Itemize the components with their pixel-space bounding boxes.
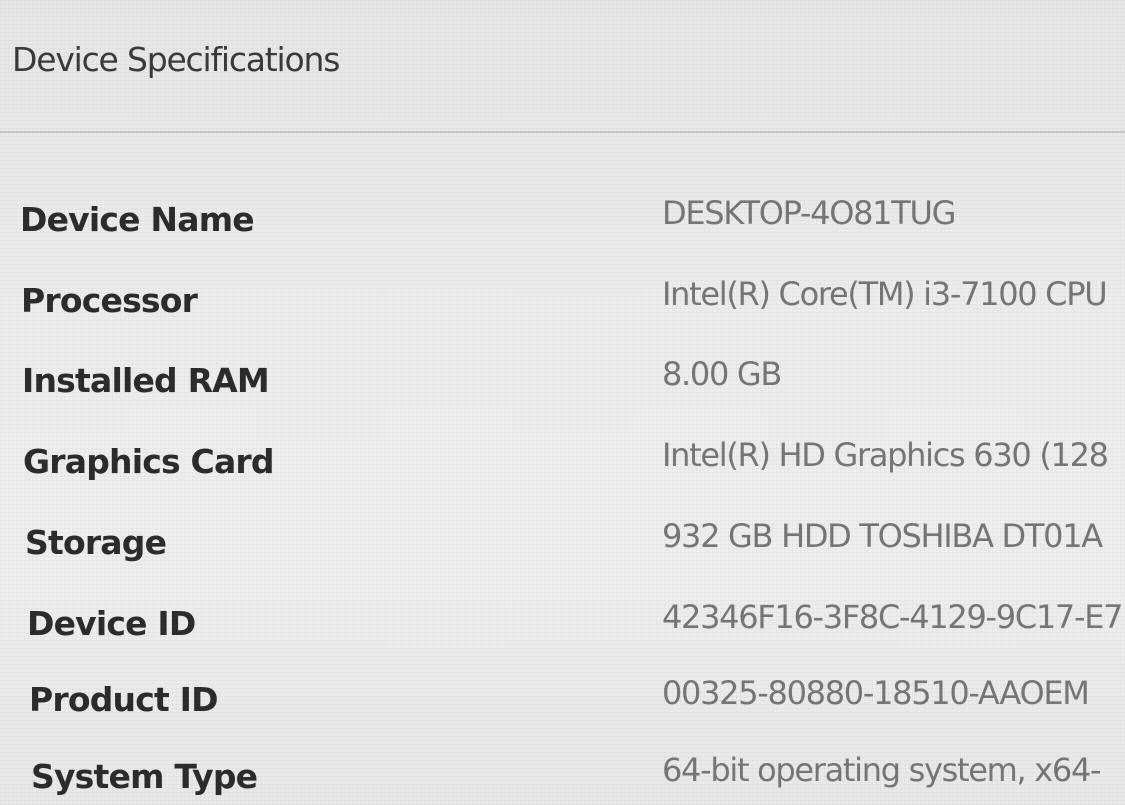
spec-label: Installed RAM	[22, 361, 270, 400]
spec-label: Product ID	[29, 680, 219, 719]
spec-row-processor: Processor Intel(R) Core(TM) i3-7100 CPU	[0, 275, 1125, 341]
section-divider	[0, 131, 1125, 133]
spec-value: 8.00 GB	[662, 355, 782, 393]
spec-label: System Type	[31, 757, 258, 796]
spec-row-system-type: System Type 64-bit operating system, x64…	[0, 751, 1125, 805]
spec-value: 64-bit operating system, x64-	[662, 751, 1102, 789]
spec-label: Device Name	[20, 200, 255, 239]
spec-row-product-id: Product ID 00325-80880-18510-AAOEM	[0, 674, 1125, 740]
device-specifications-panel: Device Specifications Device Name DESKTO…	[0, 0, 1125, 805]
spec-label: Processor	[21, 281, 198, 320]
spec-label: Device ID	[27, 604, 196, 643]
spec-row-device-id: Device ID 42346F16-3F8C-4129-9C17-E7	[0, 598, 1125, 664]
spec-value: Intel(R) Core(TM) i3-7100 CPU	[662, 275, 1108, 313]
spec-row-graphics-card: Graphics Card Intel(R) HD Graphics 630 (…	[0, 436, 1125, 502]
spec-value: 932 GB HDD TOSHIBA DT01A	[662, 517, 1103, 555]
spec-label: Graphics Card	[23, 442, 275, 481]
spec-value: DESKTOP-4O81TUG	[662, 194, 956, 232]
spec-row-storage: Storage 932 GB HDD TOSHIBA DT01A	[0, 517, 1125, 583]
spec-value: 42346F16-3F8C-4129-9C17-E7	[662, 598, 1124, 636]
spec-value: Intel(R) HD Graphics 630 (128	[662, 436, 1109, 474]
spec-value: 00325-80880-18510-AAOEM	[662, 674, 1090, 712]
spec-row-installed-ram: Installed RAM 8.00 GB	[0, 355, 1125, 421]
section-title: Device Specifications	[12, 40, 340, 79]
spec-row-device-name: Device Name DESKTOP-4O81TUG	[0, 194, 1125, 260]
spec-label: Storage	[25, 523, 167, 562]
